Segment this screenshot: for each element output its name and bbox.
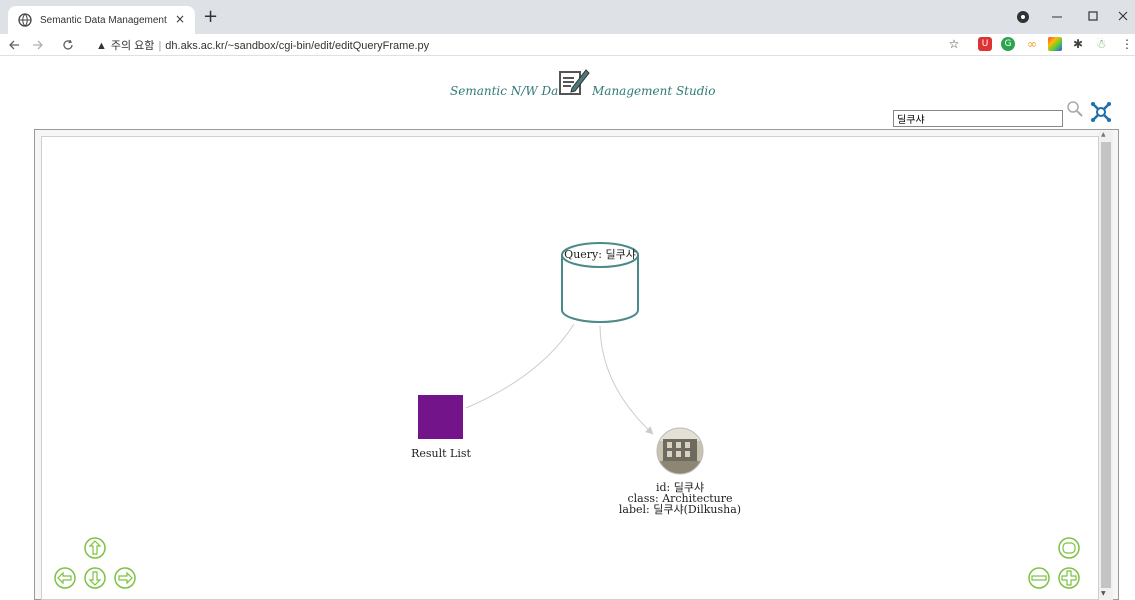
result-list-label: Result List <box>411 447 471 460</box>
edge-query-to-entity <box>599 325 654 435</box>
query-node-label: Query: 딜쿠샤 <box>564 248 636 261</box>
app-title-left: Semantic N/W Data <box>450 84 571 98</box>
profile-icon[interactable] <box>1016 10 1030 24</box>
edge-query-to-result <box>465 323 575 409</box>
forward-icon[interactable] <box>32 39 44 51</box>
search-input[interactable] <box>893 110 1063 127</box>
new-tab-button[interactable]: + <box>203 6 218 27</box>
extension-infinity-icon[interactable]: ∞ <box>1025 37 1039 51</box>
search-icon[interactable] <box>1066 100 1084 118</box>
browser-menu-icon[interactable]: ⋮ <box>1120 37 1134 51</box>
extension-grammar-icon[interactable]: G <box>1001 37 1015 51</box>
extension-color-icon[interactable] <box>1048 37 1062 51</box>
url-separator: | <box>158 40 162 52</box>
url-text: dh.aks.ac.kr/~sandbox/cgi-bin/edit/editQ… <box>165 40 430 52</box>
browser-toolbar: ▲ 주의 요함 | dh.aks.ac.kr/~sandbox/cgi-bin/edi… <box>0 34 1135 56</box>
minimize-icon[interactable] <box>1051 12 1063 22</box>
pan-left-icon[interactable] <box>54 567 76 589</box>
extensions-puzzle-icon[interactable]: ✱ <box>1071 37 1085 51</box>
maximize-icon[interactable] <box>1087 10 1099 22</box>
browser-tabstrip: Semantic Data Management St × + <box>0 0 1135 34</box>
network-graph-icon[interactable] <box>1089 100 1113 124</box>
address-bar[interactable]: ▲ 주의 요함 | dh.aks.ac.kr/~sandbox/cgi-bin/edi… <box>96 37 429 53</box>
extension-shield-icon[interactable]: U <box>978 37 992 51</box>
close-window-icon[interactable] <box>1117 10 1129 22</box>
scroll-up-arrow-icon[interactable]: ▲ <box>1101 131 1106 138</box>
edit-document-logo-icon <box>559 69 590 95</box>
scrollbar-thumb[interactable] <box>1101 142 1111 588</box>
tab-close-icon[interactable]: × <box>175 12 185 26</box>
reset-view-icon[interactable] <box>1058 537 1080 559</box>
tab-title: Semantic Data Management St <box>40 14 170 26</box>
globe-icon <box>18 13 32 27</box>
security-warning-text: 주의 요함 <box>110 40 155 52</box>
scroll-down-arrow-icon[interactable]: ▼ <box>1101 590 1106 597</box>
warning-icon: ▲ <box>96 40 107 52</box>
back-icon[interactable] <box>8 39 20 51</box>
app-title-right: Management Studio <box>592 84 716 98</box>
bookmark-star-icon[interactable]: ☆ <box>947 37 961 51</box>
extension-user-icon[interactable]: ☃ <box>1094 37 1108 51</box>
zoom-out-icon[interactable] <box>1028 567 1050 589</box>
result-list-node[interactable] <box>418 395 463 439</box>
browser-tab[interactable]: Semantic Data Management St × <box>8 6 195 34</box>
zoom-in-icon[interactable] <box>1058 567 1080 589</box>
pan-down-icon[interactable] <box>84 567 106 589</box>
semantic-graph: Query: 딜쿠샤 Result List id: 딜쿠샤 class: Ar… <box>54 242 1080 589</box>
entity-label-label: label: 딜쿠샤(Dilkusha) <box>619 503 741 516</box>
entity-node-image[interactable] <box>656 427 704 475</box>
pan-right-icon[interactable] <box>114 567 136 589</box>
pan-up-icon[interactable] <box>84 537 106 559</box>
reload-icon[interactable] <box>62 39 74 51</box>
